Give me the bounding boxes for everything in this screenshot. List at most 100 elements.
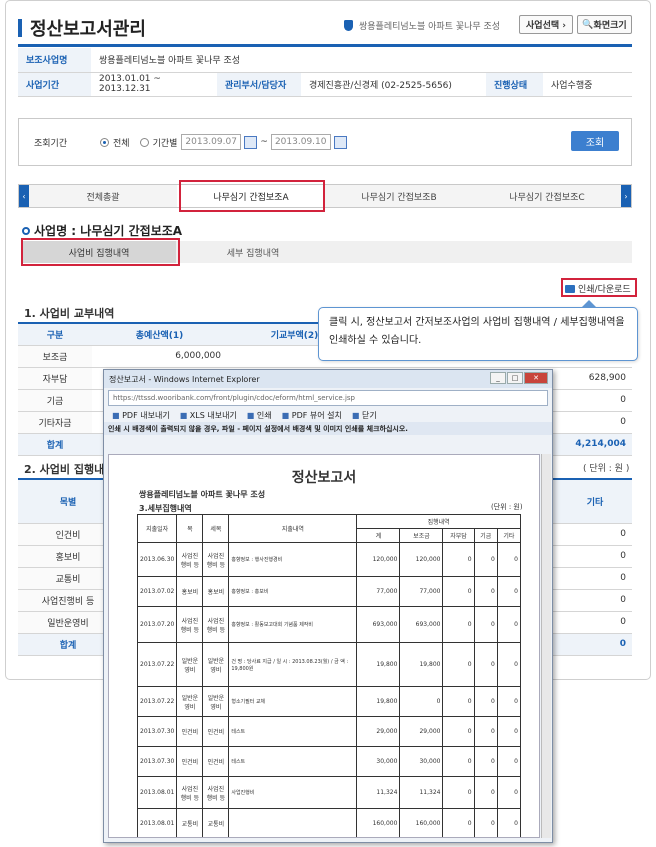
tab-next-icon[interactable]: ›: [621, 185, 631, 207]
tab-indirect-c[interactable]: 나무심기 간접보조C: [473, 185, 621, 207]
report-title: 정산보고서: [291, 470, 357, 486]
tab-summary[interactable]: 전체총괄: [29, 185, 177, 207]
info-value: 2013.01.01 ~ 2013.12.31: [91, 72, 217, 97]
report-section: 3.세부집행내역: [139, 504, 192, 513]
report-cell: 120,000: [356, 542, 401, 577]
tab-prev-icon[interactable]: ‹: [19, 185, 29, 207]
report-cell: 사업진행비 등: [176, 776, 204, 809]
highlight-box: [179, 180, 325, 212]
screen-size-button[interactable]: 🔍 화면크기: [577, 15, 632, 34]
subtab-detail[interactable]: 세부 집행내역: [176, 241, 330, 263]
title-rule: [18, 44, 632, 47]
report-cell: 0: [442, 808, 475, 837]
report-cell: 160,000: [399, 808, 444, 837]
report-cell: 홍보비: [202, 576, 230, 607]
tab-indirect-b[interactable]: 나무심기 간접보조B: [325, 185, 473, 207]
screen-size-label: 화면크기: [593, 21, 627, 31]
report-cell: 11,324: [356, 776, 401, 809]
report-cell: 일반운영비: [202, 642, 230, 687]
report-header: 기금: [473, 528, 498, 543]
report-header: 자부담: [442, 528, 475, 543]
report-header: 목: [176, 514, 204, 543]
close-icon[interactable]: ✕: [524, 372, 548, 384]
date-to-input[interactable]: 2013.09.10: [270, 134, 331, 150]
page-title-text: 정산보고서관리: [30, 19, 146, 40]
cell: 0: [558, 567, 632, 590]
cell: 0: [558, 633, 632, 656]
print-notice: 인쇄 시 배경색이 출력되지 않을 경우, 파일 - 페이지 설정에서 배경색 …: [104, 422, 552, 435]
bullet-icon: [22, 226, 30, 235]
calendar-icon[interactable]: [333, 135, 347, 149]
row-label: 자부담: [18, 367, 92, 390]
radio-all-label: 전체: [113, 138, 130, 149]
report-cell: 19,800: [399, 642, 444, 687]
pdf-viewer-button[interactable]: PDF 뷰어 설치: [282, 410, 342, 421]
report-header: 지출내역: [228, 514, 358, 543]
report-cell: 홍향정보 : 홍보비: [228, 576, 358, 607]
report-cell: 0: [442, 746, 475, 777]
report-cell: 일반운영비: [176, 686, 204, 717]
report-row: 2013.07.02 홍보비 홍보비 홍향정보 : 홍보비 77,000 77,000 0 0…: [136, 576, 522, 607]
report-cell: 30,000: [399, 746, 444, 777]
xls-export-button[interactable]: XLS 내보내기: [180, 410, 237, 421]
radio-period[interactable]: [139, 137, 149, 147]
report-cell: 0: [399, 686, 444, 717]
report-cell: 2013.08.01: [136, 776, 178, 809]
row-label: 기타자금: [18, 411, 92, 434]
report-cell: 인건비: [202, 716, 230, 747]
tab-bar: ‹ 전체총괄 나무심기 간접보조A 나무심기 간접보조B 나무심기 간접보조C …: [18, 184, 632, 208]
popup-address-bar[interactable]: https://ttssd.wooribank.com/front/plugin…: [108, 390, 548, 406]
pdf-export-button[interactable]: PDF 내보내기: [112, 410, 170, 421]
selected-business: 쌍용플레티넘노블 아파트 꽃나무 조성: [344, 19, 500, 32]
report-header: 보조금: [399, 528, 444, 543]
info-key: 관리부서/담당자: [217, 72, 301, 97]
report-row: 2013.07.20 사업진행비 등 사업진행비 등 홍향정보 : 활동보고대회 기념…: [136, 606, 522, 643]
report-row: 2013.07.30 인건비 인건비 테스트 30,000 30,000 0 0 0: [136, 746, 522, 777]
radio-all[interactable]: [100, 137, 109, 147]
cell: 0: [558, 545, 632, 568]
report-header: 기타: [496, 528, 522, 543]
popup-scrollbar[interactable]: [541, 454, 551, 838]
selected-business-name: 쌍용플레티넘노블 아파트 꽃나무 조성: [359, 22, 501, 32]
highlight-box: [561, 278, 637, 297]
report-cell: 30,000: [356, 746, 401, 777]
report-cell: [228, 808, 358, 837]
grant-header: 구분: [18, 322, 92, 346]
report-cell: 0: [442, 776, 475, 809]
report-cell: 11,324: [399, 776, 444, 809]
date-from-input[interactable]: 2013.09.07: [181, 134, 242, 150]
report-row: 2013.08.01 교통비 교통비 160,000 160,000 0 0 0: [136, 808, 522, 837]
report-cell: 0: [442, 686, 475, 717]
report-cell: 2013.07.22: [136, 642, 178, 687]
date-separator: ~: [260, 137, 268, 147]
print-button[interactable]: 인쇄: [247, 410, 272, 421]
report-cell: 인건비: [202, 746, 230, 777]
report-table: 지출일자 목 세목 지출내역 집행내역 계 보조금 자부담 기금 기타 2013…: [136, 514, 522, 837]
minimize-icon[interactable]: _: [490, 372, 506, 384]
report-cell: 77,000: [356, 576, 401, 607]
report-cell: 건 명 : 당사료 지급 / 일 시 : 2013.08.23(월) / 금 액…: [228, 642, 358, 687]
report-cell: 0: [442, 606, 475, 643]
report-cell: 0: [496, 576, 522, 607]
report-cell: 형소기필터 교체: [228, 686, 358, 717]
report-cell: 사업진행비 등: [202, 606, 230, 643]
select-business-button[interactable]: 사업선택 ›: [519, 15, 573, 34]
close-button[interactable]: 닫기: [352, 410, 377, 421]
info-value: 쌍용플레티넘노블 아파트 꽃나무 조성: [91, 48, 632, 73]
shield-icon: [344, 20, 353, 31]
report-cell: 2013.07.30: [136, 716, 178, 747]
report-cell: 홍보비: [176, 576, 204, 607]
report-row: 2013.07.30 인건비 인건비 테스트 29,000 29,000 0 0 0: [136, 716, 522, 747]
query-button[interactable]: 조회: [571, 131, 619, 151]
report-cell: 0: [473, 808, 498, 837]
report-cell: 0: [496, 746, 522, 777]
search-label: 조회기간: [34, 138, 68, 149]
calendar-icon[interactable]: [244, 135, 258, 149]
maximize-icon[interactable]: □: [507, 372, 523, 384]
report-cell: 일반운영비: [176, 642, 204, 687]
report-cell: 0: [496, 542, 522, 577]
report-cell: 홍향정보 : 활동보고대회 기념품 제작비: [228, 606, 358, 643]
row-label: 기금: [18, 389, 92, 412]
cell: 0: [558, 611, 632, 634]
report-cell: 693,000: [399, 606, 444, 643]
